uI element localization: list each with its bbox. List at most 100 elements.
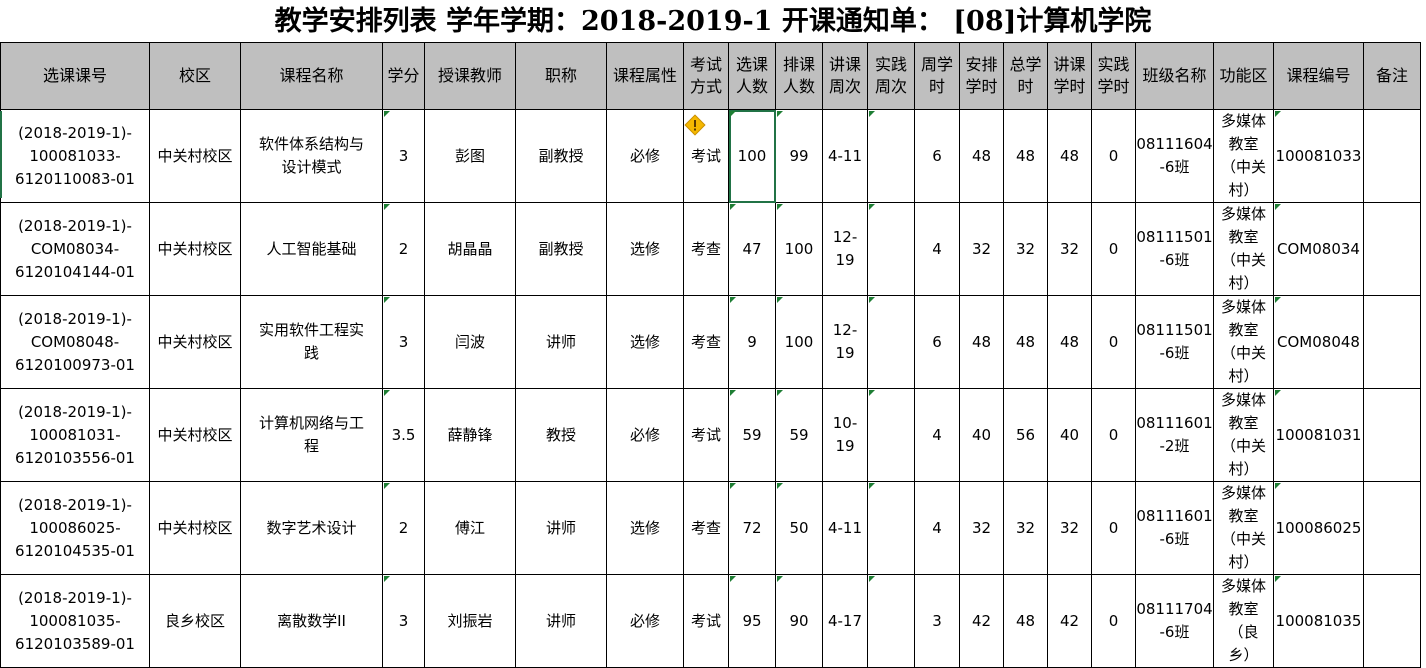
table-cell[interactable]: 48 [1003,109,1048,203]
table-cell[interactable]: 中关村校区 [149,202,241,296]
table-cell[interactable] [1363,481,1421,575]
table-cell[interactable]: 50 [775,481,823,575]
table-cell[interactable]: 10- 19 [822,388,868,482]
column-header[interactable]: 考试 方式 [683,42,729,110]
column-header[interactable]: 校区 [149,42,241,110]
table-cell[interactable]: 95 [728,574,776,668]
table-cell[interactable]: 多媒体 教室 （中关 村） [1213,481,1274,575]
table-cell[interactable]: 离散数学II [240,574,383,668]
column-header[interactable]: 讲课 周次 [822,42,868,110]
table-cell[interactable]: 中关村校区 [149,109,241,203]
table-cell[interactable]: 选修 [606,202,684,296]
table-cell[interactable]: 2 [382,202,425,296]
table-cell[interactable]: 数字艺术设计 [240,481,383,575]
table-cell[interactable]: 08111501 -6班 [1135,202,1214,296]
table-cell[interactable]: (2018-2019-1)- 100081035- 6120103589-01 [0,574,150,668]
column-header[interactable]: 课程属性 [606,42,684,110]
table-cell[interactable]: 4-11 [822,481,868,575]
table-cell[interactable]: 闫波 [424,295,516,389]
column-header[interactable]: 实践 学时 [1091,42,1136,110]
column-header[interactable]: 实践 周次 [867,42,915,110]
table-cell[interactable]: 48 [1047,109,1092,203]
table-cell[interactable]: 08111601 -6班 [1135,481,1214,575]
table-cell[interactable] [867,295,915,389]
table-cell[interactable]: 选修 [606,481,684,575]
table-cell[interactable]: 48 [1003,295,1048,389]
table-cell[interactable]: 4 [914,202,960,296]
column-header[interactable]: 周学时 [914,42,960,110]
table-cell[interactable]: 必修 [606,574,684,668]
table-cell[interactable]: 多媒体 教室 （中关 村） [1213,202,1274,296]
column-header[interactable]: 班级名称 [1135,42,1214,110]
table-cell[interactable]: 32 [1047,202,1092,296]
table-cell[interactable] [867,202,915,296]
table-cell[interactable] [867,109,915,203]
table-cell[interactable]: 考试 [683,574,729,668]
table-cell[interactable]: 56 [1003,388,1048,482]
table-cell[interactable]: 100 [775,202,823,296]
table-cell[interactable]: 人工智能基础 [240,202,383,296]
table-cell[interactable]: 必修 [606,109,684,203]
table-cell[interactable]: (2018-2019-1)- 100081033- 6120110083-01 [0,109,150,203]
table-cell[interactable]: 多媒体 教室 （中关 村） [1213,388,1274,482]
table-cell[interactable]: 48 [959,109,1004,203]
column-header[interactable]: 选课 人数 [728,42,776,110]
table-cell[interactable]: 4 [914,481,960,575]
table-cell[interactable]: 0 [1091,574,1136,668]
table-cell[interactable]: 40 [959,388,1004,482]
table-cell[interactable]: 08111704 -6班 [1135,574,1214,668]
table-cell[interactable]: 32 [959,202,1004,296]
table-cell[interactable]: 0 [1091,109,1136,203]
table-cell[interactable]: 100 [775,295,823,389]
table-cell[interactable]: (2018-2019-1)- 100081031- 6120103556-01 [0,388,150,482]
table-cell[interactable]: 4 [914,388,960,482]
table-cell[interactable]: 讲师 [515,481,607,575]
table-cell[interactable]: 中关村校区 [149,481,241,575]
column-header[interactable]: 备注 [1363,42,1421,110]
table-cell[interactable]: 32 [959,481,1004,575]
table-cell[interactable]: 42 [959,574,1004,668]
table-cell[interactable]: 6 [914,295,960,389]
table-cell[interactable]: 副教授 [515,109,607,203]
table-cell[interactable]: 3.5 [382,388,425,482]
table-cell[interactable]: 3 [382,109,425,203]
column-header[interactable]: 课程编号 [1273,42,1364,110]
table-cell[interactable]: 48 [959,295,1004,389]
table-cell[interactable]: 32 [1003,481,1048,575]
table-cell[interactable]: 100086025 [1273,481,1364,575]
table-cell[interactable]: 42 [1047,574,1092,668]
table-cell[interactable]: 12- 19 [822,202,868,296]
column-header[interactable]: 讲课 学时 [1047,42,1092,110]
table-cell[interactable]: 08111604 -6班 [1135,109,1214,203]
table-cell[interactable] [1363,202,1421,296]
table-cell[interactable]: 多媒体 教室 （中关 村） [1213,109,1274,203]
table-cell[interactable]: 100081033 [1273,109,1364,203]
table-cell[interactable]: 100081031 [1273,388,1364,482]
table-cell[interactable]: 72 [728,481,776,575]
table-cell[interactable]: 实用软件工程实践 [240,295,383,389]
table-cell[interactable]: 胡晶晶 [424,202,516,296]
table-cell[interactable]: 32 [1047,481,1092,575]
table-cell[interactable]: 9 [728,295,776,389]
table-cell[interactable]: 选修 [606,295,684,389]
table-cell[interactable]: 副教授 [515,202,607,296]
table-cell[interactable]: 0 [1091,202,1136,296]
table-cell[interactable]: (2018-2019-1)- COM08048- 6120100973-01 [0,295,150,389]
table-cell[interactable]: 0 [1091,388,1136,482]
table-cell[interactable]: 4-17 [822,574,868,668]
table-cell[interactable]: 3 [382,295,425,389]
table-cell[interactable] [1363,388,1421,482]
table-cell[interactable]: 47 [728,202,776,296]
table-cell[interactable]: 0 [1091,295,1136,389]
table-cell[interactable]: 考查 [683,481,729,575]
table-cell[interactable]: 100 [728,109,776,203]
table-cell[interactable]: 彭图 [424,109,516,203]
table-cell[interactable]: 99 [775,109,823,203]
table-cell[interactable]: 3 [382,574,425,668]
table-cell[interactable] [1363,295,1421,389]
table-cell[interactable]: 4-11 [822,109,868,203]
table-cell[interactable]: 必修 [606,388,684,482]
table-cell[interactable]: 讲师 [515,574,607,668]
warning-diamond-icon[interactable] [684,114,706,136]
table-cell[interactable]: 90 [775,574,823,668]
